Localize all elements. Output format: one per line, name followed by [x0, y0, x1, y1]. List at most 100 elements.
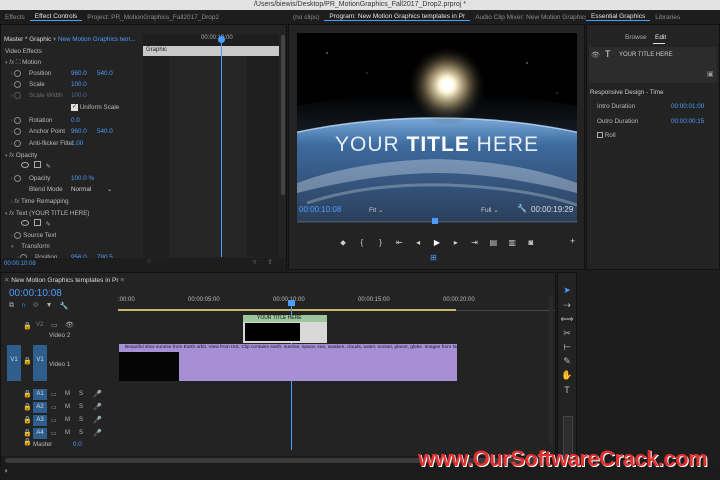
sync-lock-icon[interactable]: ▭ [51, 417, 57, 424]
tab-source[interactable]: (no clips) [288, 14, 324, 21]
timeline-timecode[interactable]: 00:00:10:08 [9, 288, 62, 299]
quality-dropdown[interactable]: Full ⌄ [481, 206, 499, 214]
scale-value[interactable]: 100.0 [71, 79, 87, 90]
tab-essential-graphics[interactable]: Essential Graphics [586, 13, 651, 21]
eye-icon[interactable]: 👁 [65, 321, 74, 329]
microphone-icon[interactable]: 🎤 [93, 416, 102, 424]
master-value[interactable]: 0.0 [73, 441, 82, 448]
transform-row[interactable]: ▾ Transform [11, 241, 50, 252]
slip-tool-icon[interactable]: ⊢ [560, 340, 574, 354]
timeline-playhead-handle[interactable] [288, 300, 295, 306]
intro-duration-value[interactable]: 00:00:01:00 [671, 103, 704, 110]
extract-icon[interactable]: ▥ [506, 238, 518, 248]
stopwatch-icon[interactable] [14, 116, 22, 124]
step-back-icon[interactable]: ◂ [412, 238, 424, 248]
layer-name[interactable]: YOUR TITLE HERE [619, 52, 673, 58]
track-target[interactable]: A1 [33, 389, 47, 400]
pen-mask-icon[interactable]: ✎ [46, 221, 51, 228]
track-target[interactable]: A4 [33, 428, 47, 439]
snap-icon[interactable]: ∩ [21, 302, 26, 310]
outro-duration-value[interactable]: 00:00:00:15 [671, 118, 704, 125]
lock-icon[interactable]: 🔒 [23, 322, 32, 330]
tab-program[interactable]: Program: New Motion Graphics templates i… [324, 13, 471, 21]
export-icon[interactable]: ⇪ [267, 258, 273, 266]
lock-icon[interactable]: 🔒 [23, 429, 32, 437]
effect-playhead-handle[interactable] [218, 36, 225, 43]
mark-out-icon[interactable]: } [375, 238, 387, 248]
pen-mask-icon[interactable]: ✎ [46, 163, 51, 170]
program-playhead[interactable] [432, 218, 438, 224]
program-timecode[interactable]: 00:00:10:08 [299, 205, 341, 214]
stopwatch-icon[interactable] [14, 231, 22, 239]
go-to-in-icon[interactable]: ⇤ [393, 238, 405, 248]
lock-icon[interactable]: 🔒 [23, 403, 32, 411]
rotation-value[interactable]: 0.0 [71, 115, 80, 126]
track-select-tool-icon[interactable]: ⇢ [560, 298, 574, 312]
source-text-row[interactable]: › Source Text [11, 230, 56, 241]
microphone-icon[interactable]: 🎤 [93, 390, 102, 398]
add-marker-icon[interactable]: ▼ [46, 302, 53, 310]
work-area-bar[interactable] [118, 309, 456, 311]
stopwatch-icon[interactable] [14, 91, 22, 99]
ellipse-mask-icon[interactable] [21, 162, 29, 168]
marker-icon[interactable]: ⬥ [337, 238, 349, 248]
anchor-x-value[interactable]: 960.0 [71, 126, 87, 137]
solo-button[interactable]: S [79, 404, 83, 410]
anchor-y-value[interactable]: 540.0 [97, 126, 113, 137]
effect-timeline[interactable]: 00:00:10:00 Graphic [143, 35, 279, 257]
tab-project[interactable]: Project: PR_MotionGraphics_Fall2017_Drop… [82, 14, 224, 21]
lock-icon[interactable]: 🔒 [23, 416, 32, 424]
play-icon[interactable]: ▶ [431, 238, 443, 248]
mute-button[interactable]: M [65, 391, 70, 397]
uniform-scale-row[interactable]: ✓ Uniform Scale [71, 102, 119, 113]
stopwatch-icon[interactable] [14, 127, 22, 135]
stopwatch-icon[interactable] [14, 174, 22, 182]
sync-lock-icon[interactable]: ▭ [51, 321, 58, 329]
solo-button[interactable]: S [79, 417, 83, 423]
tab-effects[interactable]: Effects [0, 14, 30, 21]
mark-in-icon[interactable]: { [356, 238, 368, 248]
opacity-value[interactable]: 100.0 % [71, 173, 94, 184]
motion-row[interactable]: ▾ fx ⛶ Motion [5, 57, 41, 68]
hand-tool-icon[interactable]: ✋ [560, 368, 574, 382]
time-remap-row[interactable]: › fx Time Remapping [11, 196, 69, 207]
selection-tool-icon[interactable]: ➤ [560, 283, 574, 297]
edit-tab[interactable]: Edit [655, 34, 666, 41]
program-video-frame[interactable]: YOUR TITLE HERE [297, 33, 577, 223]
sync-lock-icon[interactable]: ▭ [51, 391, 57, 398]
position-x-value[interactable]: 960.0 [71, 68, 87, 79]
effect-source-header[interactable]: Master * Graphic ▾ New Motion Graphics t… [4, 34, 136, 45]
tab-effect-controls[interactable]: Effect Controls [29, 13, 83, 21]
timeline-vertical-scrollbar[interactable] [549, 295, 553, 445]
step-forward-icon[interactable]: ▸ [450, 238, 462, 248]
track-target-v1[interactable]: V1 [33, 345, 47, 381]
button-editor-icon[interactable]: ⊞ [430, 253, 437, 262]
razor-tool-icon[interactable]: ✂ [560, 326, 574, 340]
sync-lock-icon[interactable]: ▭ [51, 404, 57, 411]
camera-icon[interactable]: ◙ [525, 238, 537, 248]
pen-tool-icon[interactable]: ✎ [560, 354, 574, 368]
timeline-tab[interactable]: ✕ New Motion Graphics templates in Pr ≡ [4, 276, 124, 284]
timeline-settings-icon[interactable]: 🔧 [60, 302, 69, 310]
track-target[interactable]: A3 [33, 415, 47, 426]
stopwatch-icon[interactable] [14, 80, 22, 88]
effect-scrollbar[interactable] [281, 35, 285, 195]
eye-icon[interactable]: 👁 [591, 51, 600, 59]
type-tool-icon[interactable]: T [560, 383, 574, 397]
text-layer-row[interactable]: ▾ fx Text (YOUR TITLE HERE) [5, 208, 90, 219]
stopwatch-icon[interactable] [14, 139, 22, 147]
scale-width-value[interactable]: 100.0 [71, 90, 87, 101]
flicker-value[interactable]: 1.00 [71, 138, 83, 149]
solo-button[interactable]: S [79, 391, 83, 397]
title-clip[interactable]: YOUR TITLE HERE [243, 315, 327, 343]
nest-icon[interactable]: ⧉ [9, 302, 14, 310]
effect-playhead[interactable] [221, 35, 222, 257]
position-y-value[interactable]: 540.0 [97, 68, 113, 79]
sync-lock-icon[interactable]: ▭ [51, 430, 57, 437]
roll-option[interactable]: Roll [597, 132, 616, 139]
lock-icon[interactable]: 🔒 [23, 357, 32, 365]
linked-icon[interactable]: ⟐ [33, 302, 39, 310]
mute-button[interactable]: M [65, 430, 70, 436]
go-to-out-icon[interactable]: ⇥ [469, 238, 481, 248]
zoom-slider-icon[interactable]: ○ [147, 258, 151, 265]
